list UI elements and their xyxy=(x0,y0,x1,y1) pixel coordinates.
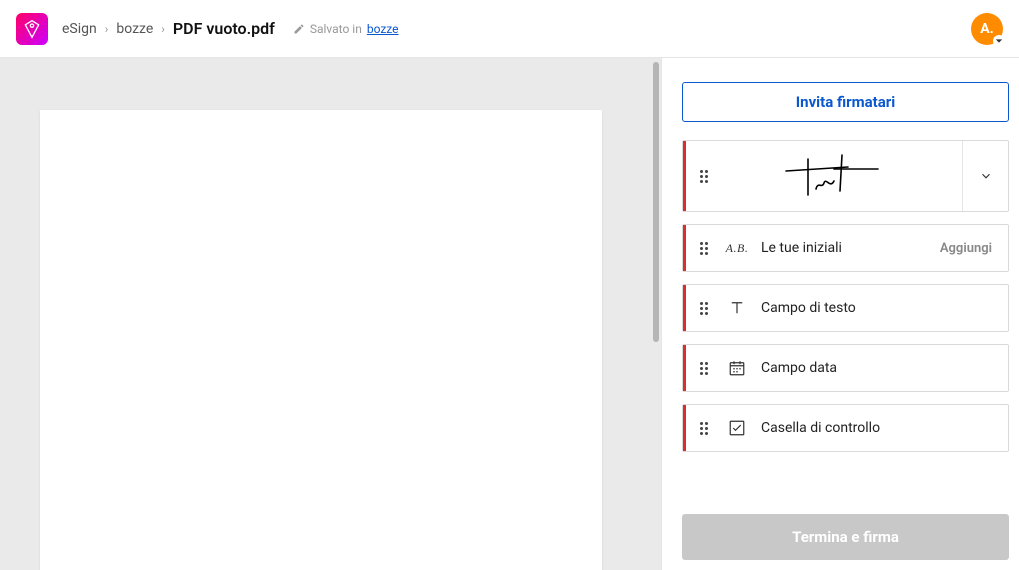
signature-icon xyxy=(778,153,898,199)
avatar-caret-icon xyxy=(993,35,1005,47)
field-accent-bar xyxy=(683,141,686,211)
document-canvas[interactable] xyxy=(0,58,661,570)
breadcrumb-separator: › xyxy=(105,22,109,36)
scrollbar-thumb[interactable] xyxy=(653,62,659,342)
pdf-page[interactable] xyxy=(40,110,602,570)
field-label: Le tue iniziali xyxy=(761,240,940,256)
field-label: Casella di controllo xyxy=(761,420,1008,436)
checkbox-icon xyxy=(723,419,751,437)
field-date[interactable]: Campo data xyxy=(682,344,1009,392)
signature-preview xyxy=(713,153,962,199)
field-accent-bar xyxy=(683,225,686,271)
field-initials[interactable]: A.B. Le tue iniziali Aggiungi xyxy=(682,224,1009,272)
field-accent-bar xyxy=(683,345,686,391)
user-avatar[interactable]: A. xyxy=(971,13,1003,45)
field-label: Campo di testo xyxy=(761,300,1008,316)
drag-handle-icon[interactable] xyxy=(695,242,713,255)
drag-handle-icon[interactable] xyxy=(695,362,713,375)
field-label: Campo data xyxy=(761,360,1008,376)
field-text[interactable]: Campo di testo xyxy=(682,284,1009,332)
field-accent-bar xyxy=(683,285,686,331)
pencil-icon xyxy=(293,23,305,35)
field-signature[interactable] xyxy=(682,140,1009,212)
field-accent-bar xyxy=(683,405,686,451)
main: Invita firmatari xyxy=(0,58,1019,570)
sidebar: Invita firmatari xyxy=(661,58,1019,570)
finish-and-sign-button[interactable]: Termina e firma xyxy=(682,514,1009,560)
invite-signers-button[interactable]: Invita firmatari xyxy=(682,82,1009,122)
drag-handle-icon[interactable] xyxy=(695,302,713,315)
app-logo[interactable] xyxy=(16,13,48,45)
avatar-initial: A. xyxy=(980,21,993,37)
add-initials-button[interactable]: Aggiungi xyxy=(940,241,992,256)
breadcrumb: eSign › bozze › PDF vuoto.pdf xyxy=(62,19,275,38)
drag-handle-icon[interactable] xyxy=(695,422,713,435)
crumb-document[interactable]: PDF vuoto.pdf xyxy=(173,19,275,38)
drag-handle-icon[interactable] xyxy=(695,170,713,183)
initials-icon: A.B. xyxy=(723,241,751,256)
saved-label: Salvato in xyxy=(310,22,362,36)
crumb-folder[interactable]: bozze xyxy=(116,21,153,37)
field-list: A.B. Le tue iniziali Aggiungi Campo di t… xyxy=(682,140,1009,452)
calendar-icon xyxy=(723,359,751,377)
crumb-app[interactable]: eSign xyxy=(62,21,97,37)
text-icon xyxy=(723,299,751,317)
header: eSign › bozze › PDF vuoto.pdf Salvato in… xyxy=(0,0,1019,58)
saved-link[interactable]: bozze xyxy=(367,22,399,36)
scrollbar[interactable] xyxy=(651,58,661,570)
field-checkbox[interactable]: Casella di controllo xyxy=(682,404,1009,452)
breadcrumb-separator: › xyxy=(161,22,165,36)
expand-signature-button[interactable] xyxy=(962,141,1008,211)
chevron-down-icon xyxy=(979,169,993,183)
saved-status: Salvato in bozze xyxy=(293,22,399,36)
